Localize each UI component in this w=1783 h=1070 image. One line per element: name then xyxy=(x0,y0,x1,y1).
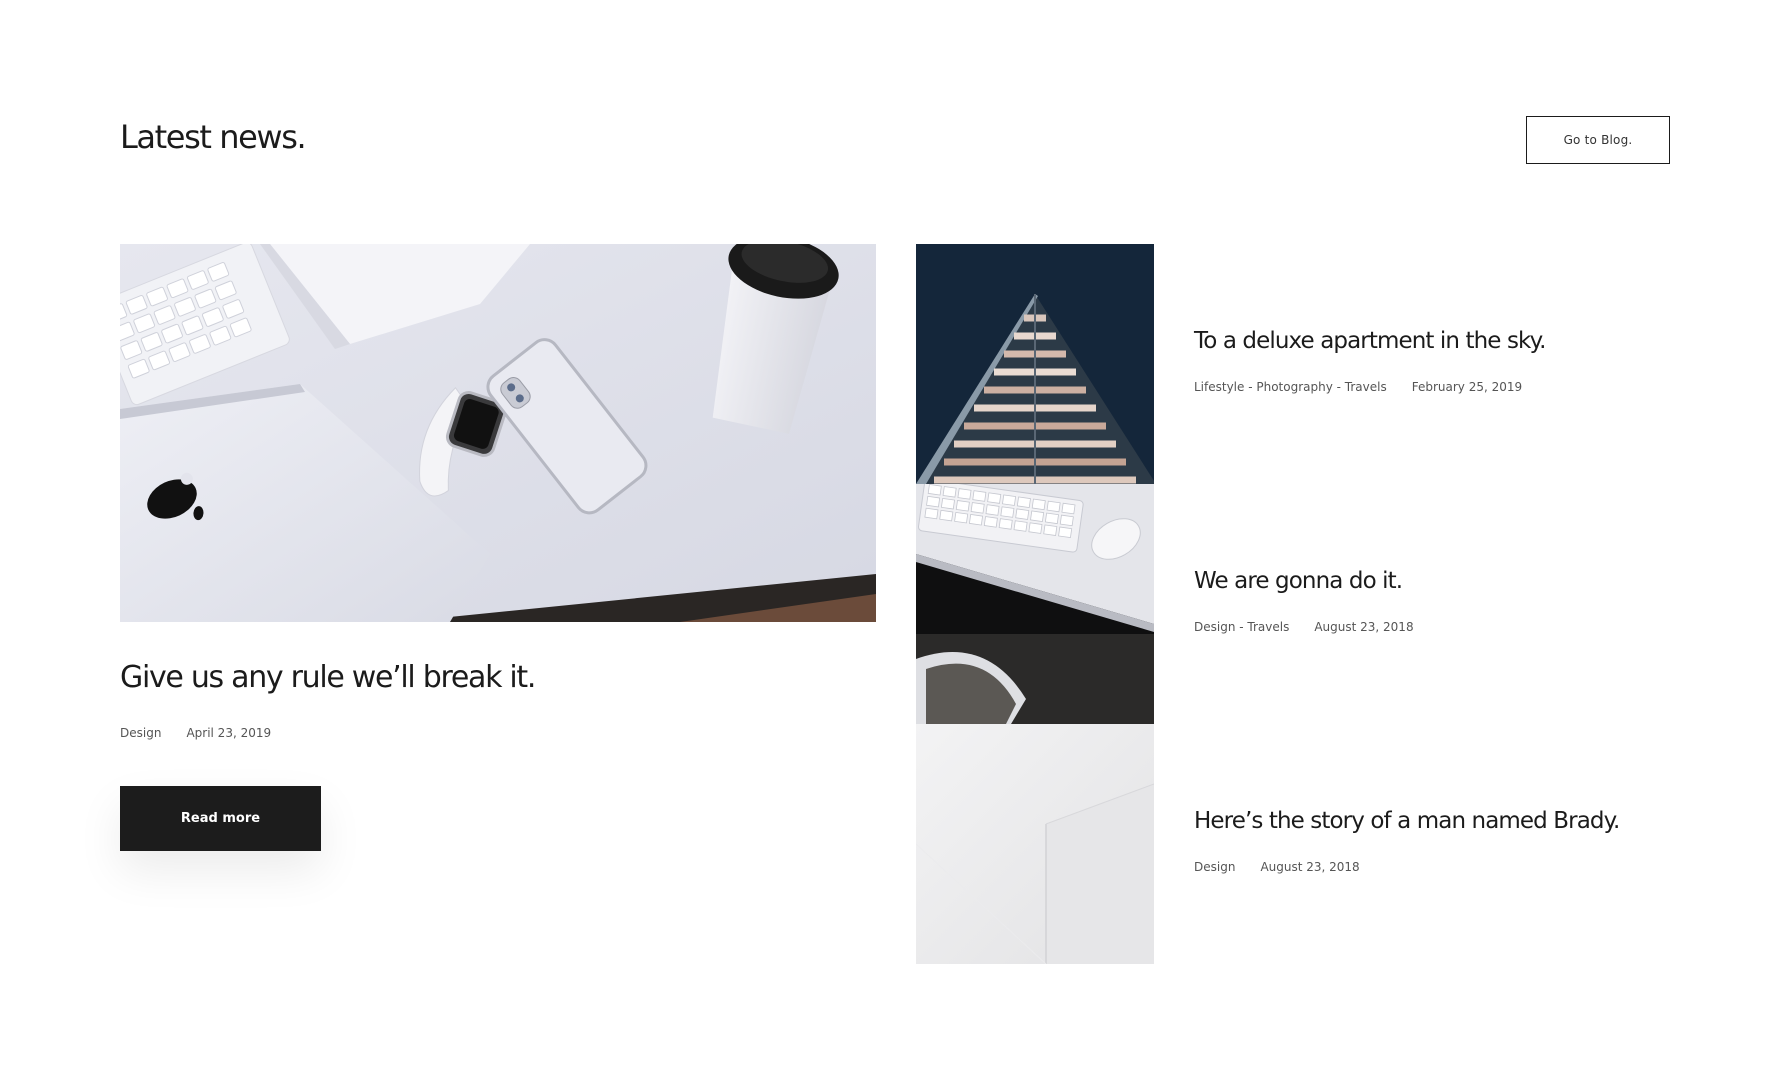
post-categories[interactable]: Design xyxy=(1194,860,1235,874)
post-thumbnail[interactable] xyxy=(916,724,1154,964)
post-title[interactable]: Here’s the story of a man named Brady. xyxy=(1194,808,1620,834)
read-more-button[interactable]: Read more xyxy=(120,786,321,851)
go-to-blog-button[interactable]: Go to Blog. xyxy=(1526,116,1670,164)
featured-post-date: April 23, 2019 xyxy=(186,726,272,740)
featured-post-title[interactable]: Give us any rule we’ll break it. xyxy=(120,660,536,695)
featured-post-meta: Design April 23, 2019 xyxy=(120,726,271,740)
post-categories[interactable]: Design - Travels xyxy=(1194,620,1289,634)
post-meta: Design August 23, 2018 xyxy=(1194,860,1360,874)
post-title[interactable]: To a deluxe apartment in the sky. xyxy=(1194,328,1546,354)
section-title: Latest news. xyxy=(120,118,307,156)
post-list-item: To a deluxe apartment in the sky. Lifest… xyxy=(916,244,1676,484)
featured-post-category[interactable]: Design xyxy=(120,726,161,740)
post-meta: Lifestyle - Photography - Travels Februa… xyxy=(1194,380,1522,394)
post-list-item: We are gonna do it. Design - Travels Aug… xyxy=(916,484,1676,724)
post-date: August 23, 2018 xyxy=(1314,620,1414,634)
post-list-item: Here’s the story of a man named Brady. D… xyxy=(916,724,1676,964)
post-meta: Design - Travels August 23, 2018 xyxy=(1194,620,1414,634)
post-thumbnail[interactable] xyxy=(916,244,1154,484)
featured-post-image[interactable] xyxy=(120,244,876,622)
post-categories[interactable]: Lifestyle - Photography - Travels xyxy=(1194,380,1387,394)
post-date: August 23, 2018 xyxy=(1260,860,1360,874)
post-thumbnail[interactable] xyxy=(916,484,1154,724)
post-title[interactable]: We are gonna do it. xyxy=(1194,568,1403,594)
post-date: February 25, 2019 xyxy=(1411,380,1523,394)
latest-news-section: Latest news. Go to Blog. Give us any rul… xyxy=(0,0,1783,1070)
